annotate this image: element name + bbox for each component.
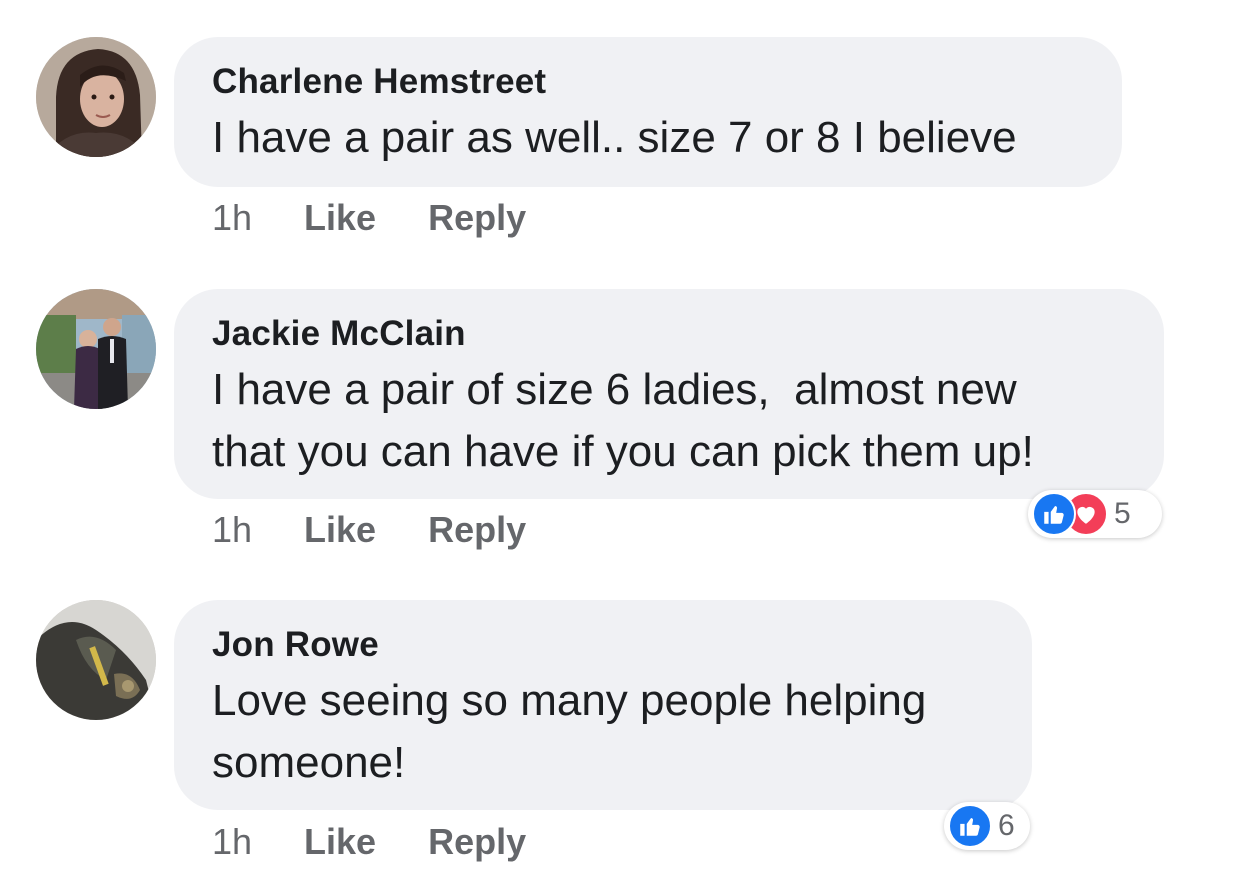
- comment-author[interactable]: Jackie McClain: [212, 311, 1126, 357]
- comment-bubble: Jon Rowe Love seeing so many people help…: [174, 600, 1032, 810]
- comment-text: I have a pair of size 6 ladies, almost n…: [212, 365, 1034, 476]
- avatar[interactable]: [36, 37, 156, 157]
- comment-timestamp[interactable]: 1h: [212, 197, 252, 239]
- comment-actions: 1h Like Reply: [212, 508, 578, 552]
- comment-actions: 1h Like Reply: [212, 196, 578, 240]
- comment-bubble: Charlene Hemstreet I have a pair as well…: [174, 37, 1122, 187]
- reply-button[interactable]: Reply: [428, 197, 526, 239]
- comment-bubble: Jackie McClain I have a pair of size 6 l…: [174, 289, 1164, 499]
- comment-text: I have a pair as well.. size 7 or 8 I be…: [212, 113, 1017, 162]
- reply-button[interactable]: Reply: [428, 509, 526, 551]
- avatar[interactable]: [36, 289, 156, 409]
- avatar[interactable]: [36, 600, 156, 720]
- reply-button[interactable]: Reply: [428, 821, 526, 863]
- comment-text: Love seeing so many people helping someo…: [212, 676, 927, 787]
- like-icon: [1032, 492, 1076, 536]
- profile-photo: [36, 600, 156, 720]
- comment-author[interactable]: Charlene Hemstreet: [212, 59, 1084, 105]
- comment-timestamp[interactable]: 1h: [212, 821, 252, 863]
- like-button[interactable]: Like: [304, 197, 376, 239]
- comment-timestamp[interactable]: 1h: [212, 509, 252, 551]
- like-icon: [948, 804, 992, 848]
- comment-author[interactable]: Jon Rowe: [212, 622, 994, 668]
- reactions-summary[interactable]: 5: [1028, 490, 1162, 538]
- reaction-count: 6: [998, 809, 1015, 842]
- profile-photo: [36, 289, 156, 409]
- comment-actions: 1h Like Reply: [212, 820, 578, 864]
- profile-photo: [36, 37, 156, 157]
- comments-thread: Charlene Hemstreet I have a pair as well…: [0, 0, 1242, 892]
- reactions-summary[interactable]: 6: [944, 802, 1030, 850]
- like-button[interactable]: Like: [304, 821, 376, 863]
- like-button[interactable]: Like: [304, 509, 376, 551]
- reaction-count: 5: [1114, 497, 1131, 530]
